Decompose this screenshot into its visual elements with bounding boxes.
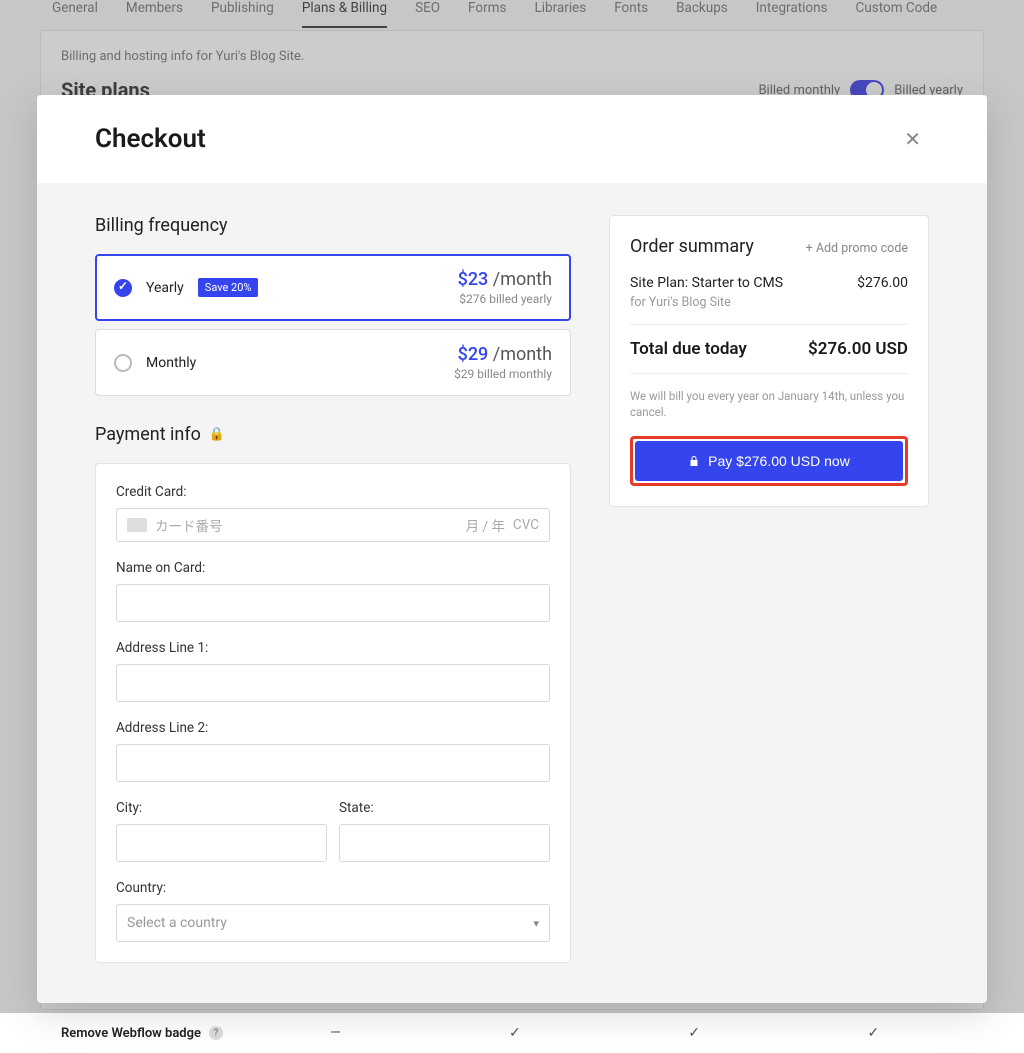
cc-exp-placeholder[interactable]: 月 / 年 <box>466 515 505 535</box>
monthly-per: /month <box>493 344 552 365</box>
add-promo-link[interactable]: + Add promo code <box>806 241 908 256</box>
monthly-price: $29 <box>458 344 489 365</box>
pay-button[interactable]: Pay $276.00 USD now <box>635 441 903 481</box>
cc-number-placeholder[interactable]: カード番号 <box>155 515 458 535</box>
billing-note: We will bill you every year on January 1… <box>630 388 908 420</box>
cc-cvc-placeholder[interactable]: CVC <box>513 517 539 533</box>
frequency-option-monthly[interactable]: Monthly $29 /month $29 billed monthly <box>95 329 571 396</box>
frequency-option-yearly[interactable]: Yearly Save 20% $23 /month $276 billed y… <box>95 254 571 321</box>
city-label: City: <box>116 800 327 816</box>
order-summary-title: Order summary <box>630 236 754 257</box>
order-summary-card: Order summary + Add promo code Site Plan… <box>609 215 929 507</box>
country-select[interactable]: Select a country <box>116 904 550 942</box>
checkout-modal: Checkout ✕ Billing frequency Yearly Save… <box>37 95 987 1003</box>
radio-monthly[interactable] <box>114 354 132 372</box>
payment-card: Credit Card: カード番号 月 / 年 CVC Name on Car… <box>95 463 571 963</box>
country-label: Country: <box>116 880 550 896</box>
feature-row-remove-badge: Remove Webflow badge ? — ✓ ✓ ✓ <box>61 1012 963 1053</box>
city-input[interactable] <box>116 824 327 862</box>
line-item-title: Site Plan: Starter to CMS <box>630 275 783 291</box>
modal-title: Checkout <box>95 124 206 154</box>
line-item-subtitle: for Yuri's Blog Site <box>630 295 908 325</box>
card-icon <box>127 518 147 532</box>
save-badge: Save 20% <box>198 278 259 297</box>
billing-frequency-title: Billing frequency <box>95 215 571 236</box>
feature-cell-3: ✓ <box>605 1025 784 1041</box>
lock-icon: 🔒 <box>209 427 225 442</box>
lock-icon <box>688 455 700 467</box>
addr2-label: Address Line 2: <box>116 720 550 736</box>
help-icon[interactable]: ? <box>209 1026 223 1040</box>
country-placeholder: Select a country <box>127 915 227 931</box>
address-2-input[interactable] <box>116 744 550 782</box>
feature-cell-1: — <box>246 1025 425 1041</box>
name-on-card-input[interactable] <box>116 584 550 622</box>
frequency-label-monthly: Monthly <box>146 355 196 371</box>
total-due-amount: $276.00 USD <box>808 339 908 359</box>
feature-cell-2: ✓ <box>425 1025 604 1041</box>
modal-header: Checkout ✕ <box>37 95 987 183</box>
pay-button-highlight: Pay $276.00 USD now <box>630 436 908 486</box>
yearly-price: $23 <box>458 269 489 290</box>
feature-label: Remove Webflow badge <box>61 1026 201 1041</box>
addr1-label: Address Line 1: <box>116 640 550 656</box>
monthly-sub: $29 billed monthly <box>454 367 552 381</box>
yearly-per: /month <box>493 269 552 290</box>
close-icon[interactable]: ✕ <box>896 123 929 155</box>
cc-input-row[interactable]: カード番号 月 / 年 CVC <box>116 508 550 542</box>
line-item-price: $276.00 <box>857 275 908 291</box>
yearly-sub: $276 billed yearly <box>458 292 552 306</box>
payment-info-title: Payment info <box>95 424 201 445</box>
pay-button-label: Pay $276.00 USD now <box>708 453 850 469</box>
feature-cell-4: ✓ <box>784 1025 963 1041</box>
frequency-label-yearly: Yearly <box>146 280 184 296</box>
name-label: Name on Card: <box>116 560 550 576</box>
radio-yearly[interactable] <box>114 279 132 297</box>
address-1-input[interactable] <box>116 664 550 702</box>
state-input[interactable] <box>339 824 550 862</box>
cc-label: Credit Card: <box>116 484 550 500</box>
state-label: State: <box>339 800 550 816</box>
total-due-label: Total due today <box>630 339 747 359</box>
